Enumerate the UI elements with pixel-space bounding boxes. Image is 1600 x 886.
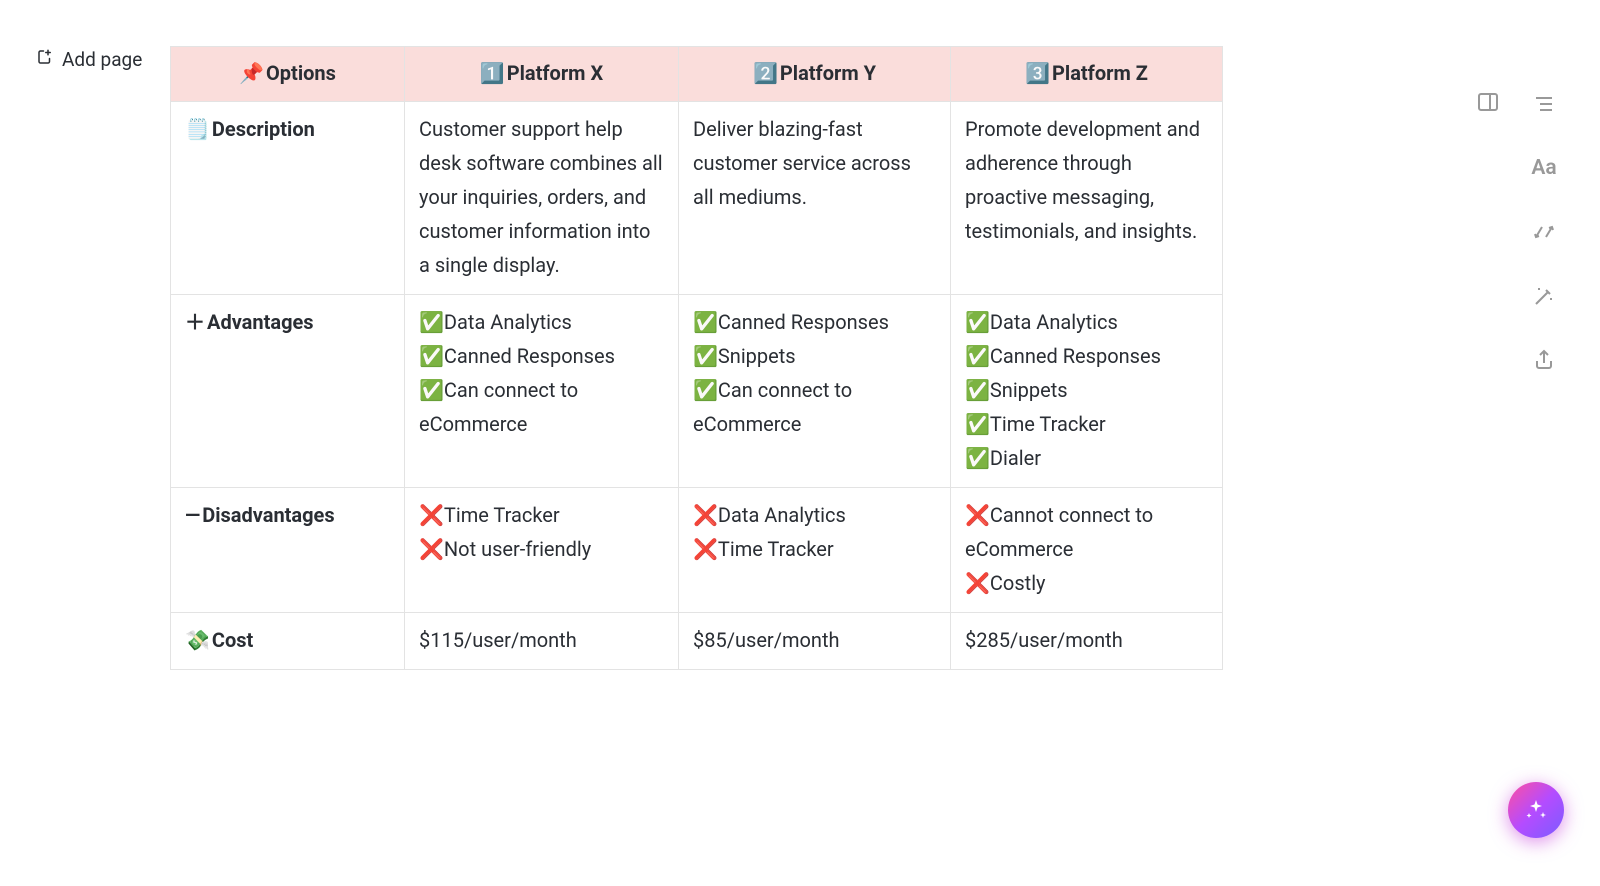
two-icon: 2️⃣ xyxy=(753,61,778,85)
description-x[interactable]: Customer support help desk software comb… xyxy=(405,102,679,295)
pin-icon: 📌 xyxy=(239,61,264,85)
list-item: ✅Time Tracker xyxy=(965,407,1208,441)
outline-icon[interactable] xyxy=(1530,90,1558,118)
row-description: 🗒️Description Customer support help desk… xyxy=(171,102,1223,295)
money-icon: 💸 xyxy=(185,628,210,652)
row-description-label-cell: 🗒️Description xyxy=(171,102,405,295)
row-cost-label: Cost xyxy=(212,628,253,652)
disadvantages-z[interactable]: ❌Cannot connect to eCommerce❌Costly xyxy=(951,488,1223,613)
disadvantages-y[interactable]: ❌Data Analytics❌Time Tracker xyxy=(679,488,951,613)
list-item: ❌Data Analytics xyxy=(693,498,936,532)
list-item: ✅Canned Responses xyxy=(693,305,936,339)
list-item: ✅Canned Responses xyxy=(419,339,664,373)
ai-fab-button[interactable] xyxy=(1508,782,1564,838)
row-advantages: ＋Advantages ✅Data Analytics✅Canned Respo… xyxy=(171,295,1223,488)
right-toolbar: Aa xyxy=(1516,90,1572,374)
row-disadvantages-label: Disadvantages xyxy=(202,503,334,527)
advantages-z[interactable]: ✅Data Analytics✅Canned Responses✅Snippet… xyxy=(951,295,1223,488)
list-item: ❌Cannot connect to eCommerce xyxy=(965,498,1208,566)
cost-x[interactable]: $115/user/month xyxy=(405,613,679,670)
disadvantages-x[interactable]: ❌Time Tracker❌Not user-friendly xyxy=(405,488,679,613)
list-item: ✅Can connect to eCommerce xyxy=(419,373,664,441)
list-item: ✅Data Analytics xyxy=(965,305,1208,339)
header-platform-x: 1️⃣Platform X xyxy=(405,47,679,102)
cost-y[interactable]: $85/user/month xyxy=(679,613,951,670)
list-item: ✅Data Analytics xyxy=(419,305,664,339)
header-options-label: Options xyxy=(266,61,336,85)
share-icon[interactable] xyxy=(1530,346,1558,374)
row-description-label: Description xyxy=(212,117,315,141)
list-item: ✅Dialer xyxy=(965,441,1208,475)
header-platform-x-label: Platform X xyxy=(507,61,603,85)
list-item: ✅Can connect to eCommerce xyxy=(693,373,936,441)
header-platform-z: 3️⃣Platform Z xyxy=(951,47,1223,102)
list-item: ❌Not user-friendly xyxy=(419,532,664,566)
header-options: 📌Options xyxy=(171,47,405,102)
header-platform-y-label: Platform Y xyxy=(780,61,876,85)
cost-z[interactable]: $285/user/month xyxy=(951,613,1223,670)
row-cost-label-cell: 💸Cost xyxy=(171,613,405,670)
row-cost: 💸Cost $115/user/month $85/user/month $28… xyxy=(171,613,1223,670)
list-item: ✅Snippets xyxy=(965,373,1208,407)
add-page-label: Add page xyxy=(62,48,142,71)
list-item: ❌Time Tracker xyxy=(693,532,936,566)
advantages-x[interactable]: ✅Data Analytics✅Canned Responses✅Can con… xyxy=(405,295,679,488)
add-page-button[interactable]: Add page xyxy=(36,48,142,71)
three-icon: 3️⃣ xyxy=(1025,61,1050,85)
advantages-y[interactable]: ✅Canned Responses✅Snippets✅Can connect t… xyxy=(679,295,951,488)
row-disadvantages: —Disadvantages ❌Time Tracker❌Not user-fr… xyxy=(171,488,1223,613)
list-item: ❌Costly xyxy=(965,566,1208,600)
description-z[interactable]: Promote develop­ment and adherence throu… xyxy=(951,102,1223,295)
minus-icon: — xyxy=(185,503,200,527)
row-advantages-label-cell: ＋Advantages xyxy=(171,295,405,488)
header-platform-y: 2️⃣Platform Y xyxy=(679,47,951,102)
add-page-icon xyxy=(36,48,54,71)
comparison-table: 📌Options 1️⃣Platform X 2️⃣Platform Y 3️⃣… xyxy=(170,46,1223,670)
typography-icon[interactable]: Aa xyxy=(1530,154,1558,182)
list-item: ✅Canned Responses xyxy=(965,339,1208,373)
header-platform-z-label: Platform Z xyxy=(1052,61,1148,85)
description-y[interactable]: Deliver blazing-fast customer service ac… xyxy=(679,102,951,295)
notepad-icon: 🗒️ xyxy=(185,117,210,141)
row-advantages-label: Advantages xyxy=(207,310,314,334)
panel-icon[interactable] xyxy=(1476,90,1500,119)
plus-icon: ＋ xyxy=(185,310,205,334)
swap-icon[interactable] xyxy=(1530,218,1558,246)
magic-wand-icon[interactable] xyxy=(1530,282,1558,310)
one-icon: 1️⃣ xyxy=(480,61,505,85)
list-item: ✅Snippets xyxy=(693,339,936,373)
row-disadvantages-label-cell: —Disadvantages xyxy=(171,488,405,613)
list-item: ❌Time Tracker xyxy=(419,498,664,532)
